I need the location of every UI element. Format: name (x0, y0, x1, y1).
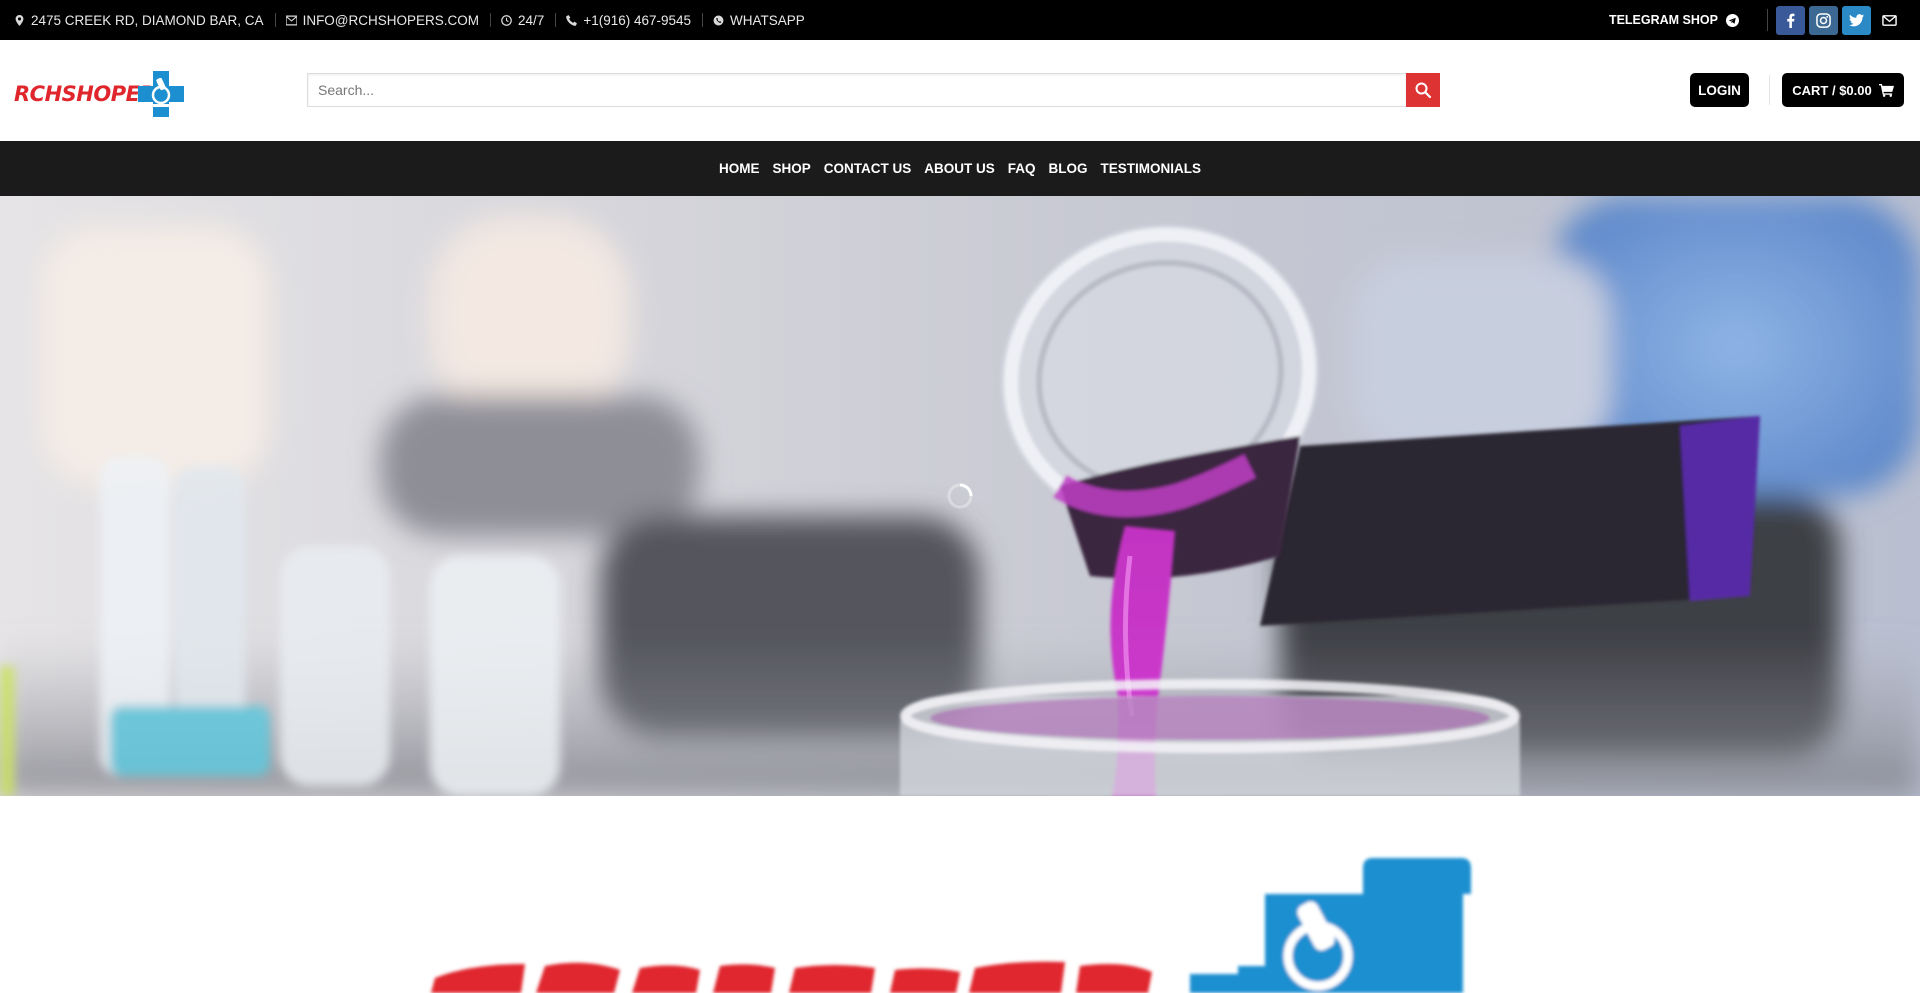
contact-info: 2475 CREEK RD, DIAMOND BAR, CA INFO@RCHS… (0, 0, 816, 40)
nav-item-shop[interactable]: SHOP (766, 161, 817, 176)
content-section (0, 796, 1920, 993)
logo-cross-icon (138, 71, 184, 117)
social-icons (1776, 5, 1904, 35)
clock-icon (501, 14, 512, 26)
cart-label: CART / $0.00 (1792, 82, 1872, 98)
facebook-button[interactable] (1776, 5, 1805, 35)
whatsapp-link[interactable]: WHATSAPP (702, 0, 816, 40)
main-nav: HOME SHOP CONTACT US ABOUT US FAQ BLOG T… (0, 141, 1920, 196)
telegram-shop-label: TELEGRAM SHOP (1608, 13, 1718, 27)
search-icon (1415, 82, 1431, 98)
instagram-button[interactable] (1809, 5, 1838, 35)
phone-link[interactable]: +1(916) 467-9545 (555, 0, 702, 40)
telegram-icon (1726, 13, 1739, 27)
top-bar-divider (1767, 9, 1768, 31)
map-pin-icon (15, 14, 24, 26)
phone-icon (566, 14, 578, 26)
search-input[interactable] (307, 73, 1406, 107)
hero-banner (0, 196, 1920, 796)
nav-item-about-us[interactable]: ABOUT US (918, 161, 1002, 176)
nav-item-testimonials[interactable]: TESTIMONIALS (1094, 161, 1208, 176)
cart-icon (1878, 83, 1894, 97)
nav-item-faq[interactable]: FAQ (1001, 161, 1042, 176)
site-logo[interactable]: RCHSHOPERS (14, 70, 186, 118)
envelope-icon (285, 15, 297, 25)
nav-item-blog[interactable]: BLOG (1042, 161, 1094, 176)
whatsapp-text: WHATSAPP (730, 12, 805, 28)
hours-item[interactable]: 24/7 (490, 0, 555, 40)
login-button[interactable]: LOGIN (1690, 73, 1749, 107)
mail-icon (1882, 14, 1897, 26)
hero-lab-image (0, 196, 1920, 796)
phone-text: +1(916) 467-9545 (583, 12, 692, 28)
top-bar: 2475 CREEK RD, DIAMOND BAR, CA INFO@RCHS… (0, 0, 1920, 40)
header-divider (1769, 75, 1770, 105)
twitter-button[interactable] (1842, 5, 1871, 35)
facebook-icon (1787, 13, 1795, 28)
address-link[interactable]: 2475 CREEK RD, DIAMOND BAR, CA (14, 0, 275, 40)
nav-item-contact-us[interactable]: CONTACT US (817, 161, 918, 176)
email-link[interactable]: INFO@RCHSHOPERS.COM (274, 0, 490, 40)
twitter-icon (1849, 13, 1864, 26)
search-form (307, 73, 1440, 107)
large-logo-image (431, 858, 1471, 993)
nav-item-home[interactable]: HOME (712, 161, 766, 176)
hours-text: 24/7 (518, 12, 545, 28)
cart-button[interactable]: CART / $0.00 (1782, 73, 1904, 107)
top-bar-right: TELEGRAM SHOP (1609, 0, 1904, 40)
address-text: 2475 CREEK RD, DIAMOND BAR, CA (31, 12, 264, 28)
whatsapp-icon (713, 15, 724, 25)
telegram-shop-link[interactable]: TELEGRAM SHOP (1609, 0, 1767, 40)
instagram-icon (1816, 12, 1831, 28)
email-button[interactable] (1875, 6, 1904, 35)
email-text: INFO@RCHSHOPERS.COM (302, 12, 480, 28)
nav-list: HOME SHOP CONTACT US ABOUT US FAQ BLOG T… (712, 161, 1207, 176)
site-header: RCHSHOPERS LOGIN CART / $0.00 (0, 40, 1920, 141)
search-button[interactable] (1406, 73, 1440, 107)
